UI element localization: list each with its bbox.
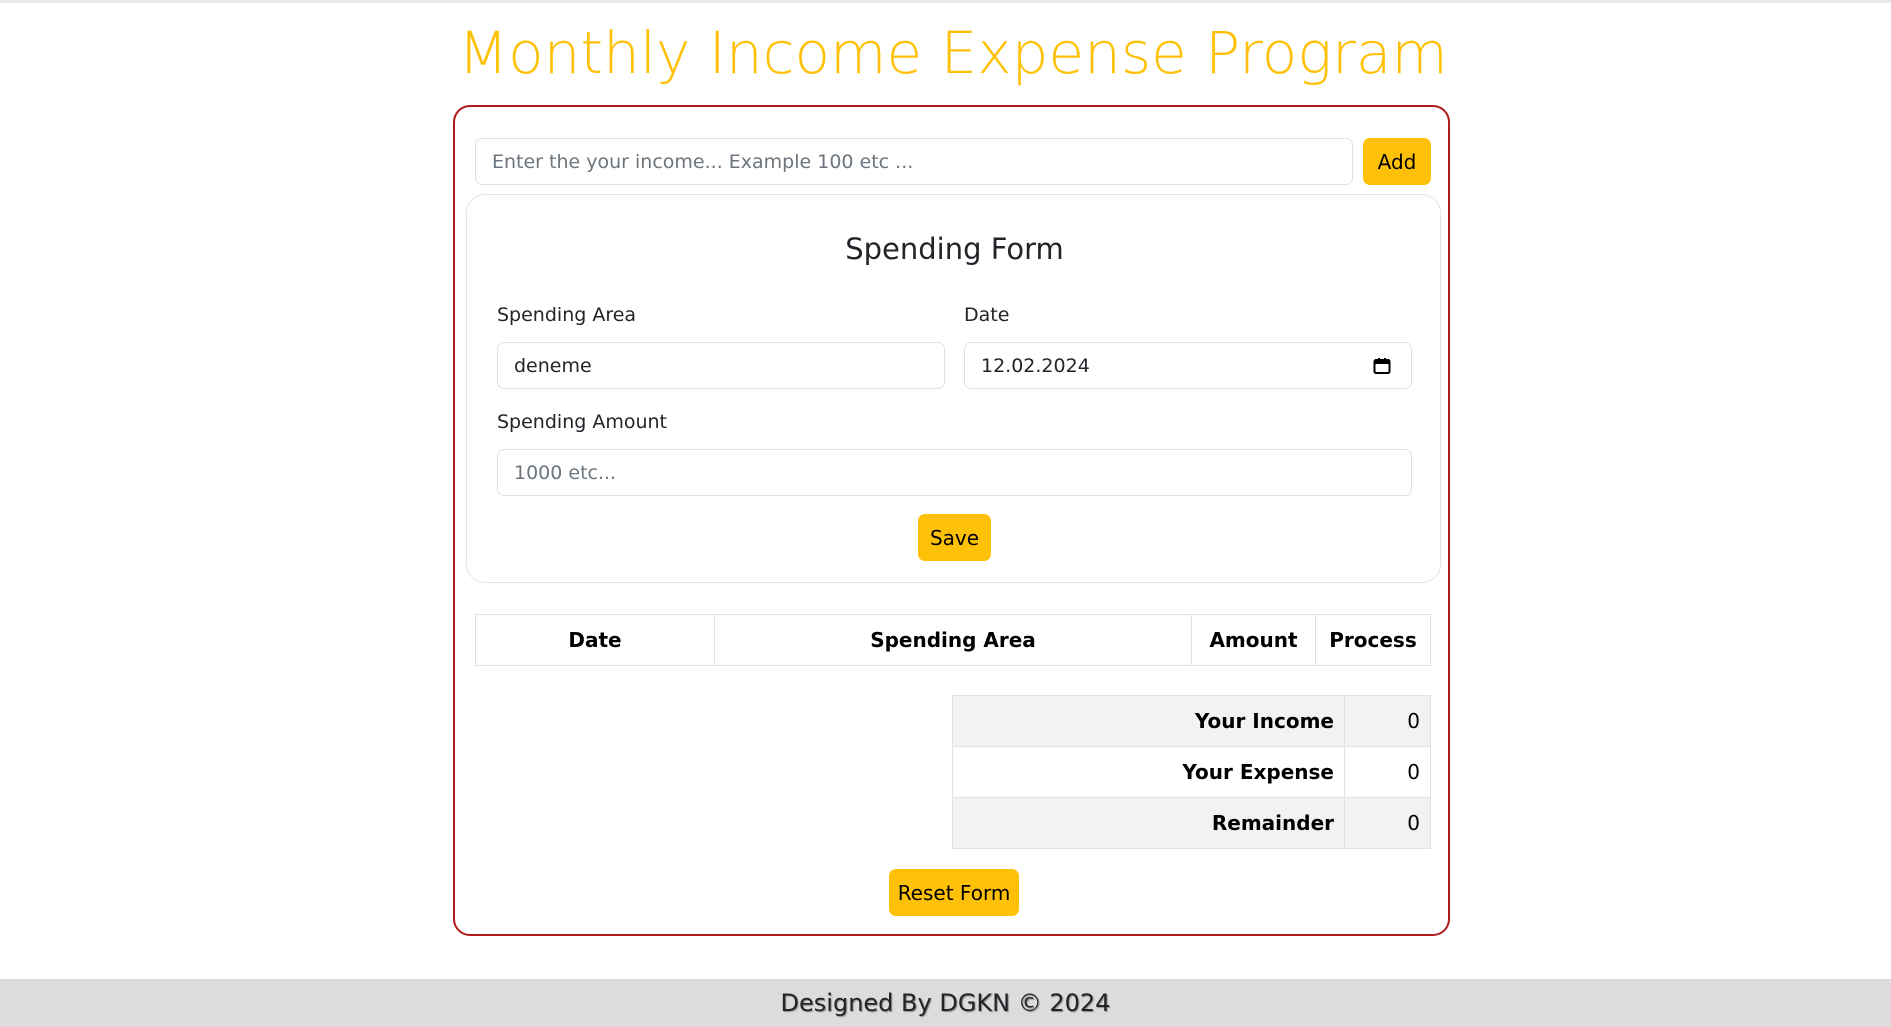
- spending-area-label: Spending Area: [497, 304, 637, 326]
- spending-area-input[interactable]: deneme: [497, 342, 945, 389]
- table-header-spending-area: Spending Area: [714, 614, 1192, 666]
- add-income-button[interactable]: Add: [1363, 138, 1431, 185]
- spending-amount-input[interactable]: 1000 etc...: [497, 449, 1412, 496]
- summary-remainder-label: Remainder: [952, 797, 1345, 849]
- summary-expense-label: Your Expense: [952, 746, 1345, 798]
- table-header-process: Process: [1315, 614, 1431, 666]
- spending-amount-label: Spending Amount: [497, 411, 667, 433]
- spending-form-card: Spending Form Spending Area deneme Date …: [466, 194, 1441, 583]
- footer-text: Designed By DGKN © 2024: [780, 989, 1111, 1017]
- spending-form-title: Spending Form: [845, 232, 1064, 266]
- date-label: Date: [964, 304, 1010, 326]
- table-header-amount: Amount: [1191, 614, 1316, 666]
- date-input[interactable]: 12.02.2024: [964, 342, 1412, 389]
- summary-income-label: Your Income: [952, 695, 1345, 747]
- table-header-date: Date: [475, 614, 715, 666]
- income-input[interactable]: Enter the your income... Example 100 etc…: [475, 138, 1353, 185]
- date-value: 12.02.2024: [981, 354, 1090, 377]
- calendar-icon[interactable]: [1373, 357, 1391, 375]
- summary-expense-value: 0: [1344, 746, 1431, 798]
- save-button[interactable]: Save: [918, 514, 991, 561]
- main-card: Enter the your income... Example 100 etc…: [453, 105, 1450, 936]
- summary-income-value: 0: [1344, 695, 1431, 747]
- top-border: [0, 0, 1891, 3]
- reset-form-button[interactable]: Reset Form: [889, 869, 1019, 916]
- page-title: Monthly Income Expense Program: [458, 19, 1448, 87]
- footer: Designed By DGKN © 2024: [0, 979, 1891, 1027]
- summary-remainder-value: 0: [1344, 797, 1431, 849]
